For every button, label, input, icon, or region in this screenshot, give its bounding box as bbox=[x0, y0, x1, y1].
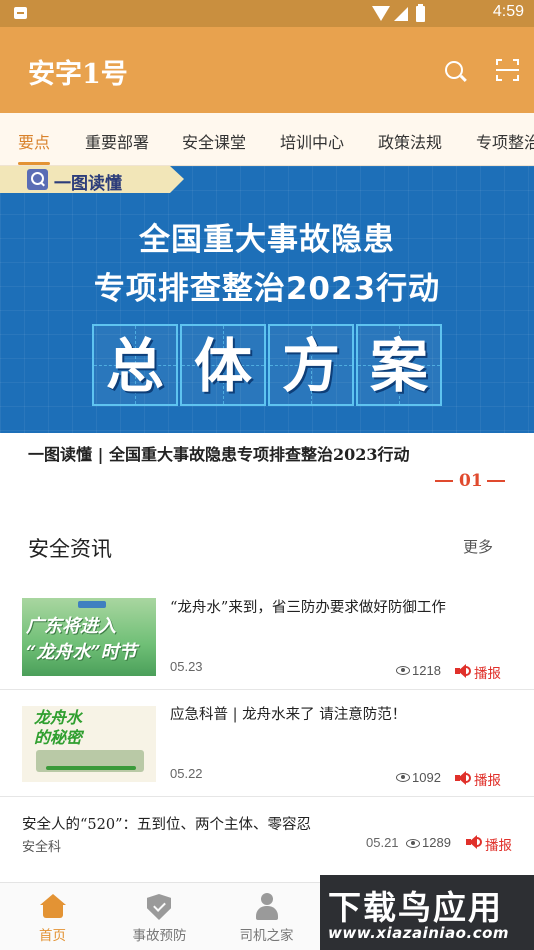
news-item[interactable]: 安全人的“520”：五到位、两个主体、零容忍 安全科 05.21 1289 播报 bbox=[0, 797, 534, 875]
nav-driver-home[interactable]: 司机之家 bbox=[214, 883, 319, 950]
nav-label: 首页 bbox=[39, 928, 66, 944]
news-title: 安全人的“520”：五到位、两个主体、零容忍 bbox=[22, 817, 312, 833]
thumbnail-text: 龙舟水 的秘密 bbox=[34, 708, 83, 747]
eye-icon bbox=[406, 839, 420, 848]
tab-deployments[interactable]: 重要部署 bbox=[85, 129, 149, 153]
nav-label: 司机之家 bbox=[239, 928, 294, 944]
banner-badge-text: 一图读懂 bbox=[54, 174, 122, 194]
battery-icon bbox=[416, 4, 425, 22]
banner-headline-1: 全国重大事故隐患 bbox=[139, 222, 395, 258]
notification-icon bbox=[14, 7, 27, 19]
banner-carousel[interactable]: 一图读懂 全国重大事故隐患 专项排查整治2023行动 总 体 方 案 bbox=[0, 166, 534, 433]
site-watermark: 下载鸟应用 www.xiazainiao.com bbox=[320, 875, 534, 950]
app-bar: 安字1号 bbox=[0, 27, 534, 113]
news-thumbnail: 广东将进入 “龙舟水”时节 bbox=[22, 598, 156, 676]
category-tabs: 要点 重要部署 安全课堂 培训中心 政策法规 专项整治 bbox=[0, 113, 534, 166]
eye-icon bbox=[396, 666, 410, 675]
banner-page-indicator: 01 bbox=[435, 471, 505, 491]
search-icon[interactable] bbox=[445, 61, 463, 79]
driver-icon bbox=[255, 893, 279, 921]
view-count: 1289 bbox=[422, 835, 451, 850]
status-bar: 4:59 bbox=[0, 0, 534, 27]
page-dash-right bbox=[487, 480, 505, 482]
tab-safety-class[interactable]: 安全课堂 bbox=[182, 129, 246, 153]
news-source: 安全科 bbox=[22, 840, 62, 855]
tab-highlights[interactable]: 要点 bbox=[18, 129, 50, 153]
banner-char-box: 方 bbox=[268, 324, 354, 406]
banner-char-box: 体 bbox=[180, 324, 266, 406]
banner-char-box: 总 bbox=[92, 324, 178, 406]
home-icon bbox=[40, 894, 66, 918]
news-thumbnail: 龙舟水 的秘密 bbox=[22, 706, 156, 782]
page-number: 01 bbox=[459, 471, 483, 491]
news-title: 应急科普 | 龙舟水来了 请注意防范！ bbox=[170, 707, 407, 723]
scan-icon[interactable] bbox=[496, 59, 519, 81]
tab-policy[interactable]: 政策法规 bbox=[378, 129, 442, 153]
news-title: “龙舟水”来到，省三防办要求做好防御工作 bbox=[170, 600, 446, 616]
speaker-icon[interactable] bbox=[455, 771, 471, 785]
magnifier-icon bbox=[27, 169, 48, 190]
nav-accident-prevention[interactable]: 事故预防 bbox=[107, 883, 212, 950]
play-audio-button[interactable]: 播报 bbox=[474, 769, 501, 789]
tab-training[interactable]: 培训中心 bbox=[280, 129, 344, 153]
shield-icon bbox=[147, 894, 171, 920]
system-icons bbox=[372, 4, 430, 22]
eye-icon bbox=[396, 773, 410, 782]
section-title: 安全资讯 bbox=[28, 537, 112, 561]
nav-home[interactable]: 首页 bbox=[0, 883, 105, 950]
tab-indicator bbox=[18, 162, 50, 165]
clock: 4:59 bbox=[492, 3, 524, 20]
dragon-boat-illustration bbox=[36, 750, 144, 772]
signal-icon bbox=[394, 7, 408, 21]
news-item[interactable]: 龙舟水 的秘密 应急科普 | 龙舟水来了 请注意防范！ 05.22 1092 播… bbox=[0, 690, 534, 797]
app-title: 安字1号 bbox=[28, 59, 128, 90]
banner-title-boxes: 总 体 方 案 bbox=[92, 324, 442, 406]
view-count: 1218 bbox=[412, 663, 441, 678]
banner-caption[interactable]: 一图读懂 | 全国重大事故隐患专项排查整治2023行动 bbox=[28, 441, 410, 465]
banner-headline-2: 专项排查整治2023行动 bbox=[93, 271, 441, 307]
play-audio-button[interactable]: 播报 bbox=[474, 662, 501, 682]
play-audio-button[interactable]: 播报 bbox=[485, 834, 512, 854]
thumbnail-text: 广东将进入 “龙舟水”时节 bbox=[26, 616, 137, 663]
banner-char-box: 案 bbox=[356, 324, 442, 406]
news-date: 05.22 bbox=[170, 766, 203, 781]
tab-special[interactable]: 专项整治 bbox=[476, 129, 534, 153]
watermark-title: 下载鸟应用 bbox=[328, 888, 503, 927]
news-item[interactable]: 广东将进入 “龙舟水”时节 “龙舟水”来到，省三防办要求做好防御工作 05.23… bbox=[0, 584, 534, 690]
watermark-url: www.xiazainiao.com bbox=[328, 924, 510, 942]
speaker-icon[interactable] bbox=[455, 664, 471, 678]
more-link[interactable]: 更多 bbox=[463, 536, 493, 557]
news-date: 05.21 bbox=[366, 835, 399, 850]
nav-label: 事故预防 bbox=[132, 928, 187, 944]
thumbnail-logo bbox=[78, 601, 106, 608]
page-dash-left bbox=[435, 480, 453, 482]
wifi-icon bbox=[372, 6, 390, 21]
view-count: 1092 bbox=[412, 770, 441, 785]
speaker-icon[interactable] bbox=[466, 835, 482, 849]
news-date: 05.23 bbox=[170, 659, 203, 674]
